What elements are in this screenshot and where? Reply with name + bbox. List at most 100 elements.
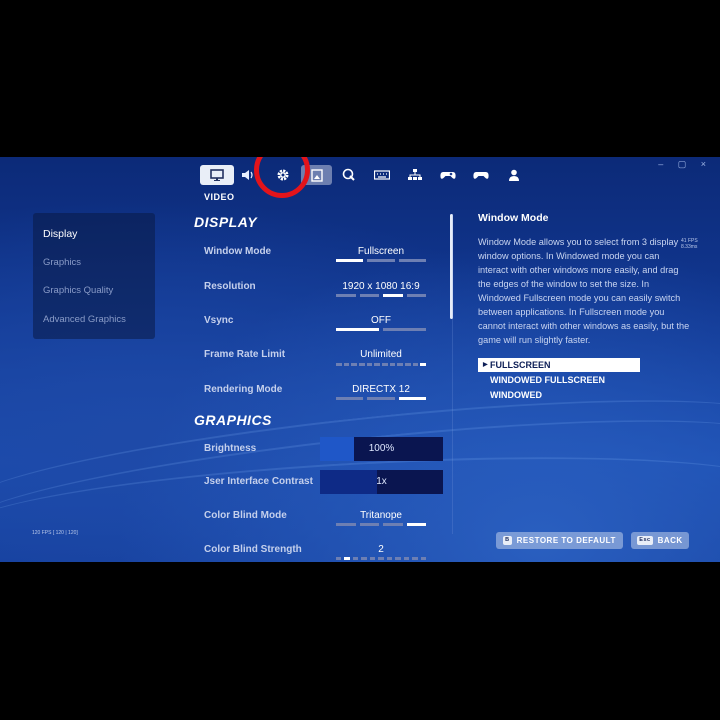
active-tab-label: VIDEO [204, 192, 235, 202]
color-blind-mode-value[interactable]: Tritanope [334, 510, 428, 521]
key-hint-icon: B [503, 536, 512, 545]
segment-indicator [336, 363, 342, 366]
ui-contrast-label: Jser Interface Contrast [204, 476, 313, 487]
segment-indicator [374, 363, 381, 366]
tab-controller-options[interactable] [438, 165, 458, 185]
segment-indicator [405, 363, 411, 366]
tab-account[interactable] [504, 165, 524, 185]
color-blind-mode-label: Color Blind Mode [204, 510, 287, 521]
segment-indicator [395, 557, 401, 560]
option-label: WINDOWED [490, 390, 542, 400]
segment-indicator [398, 259, 426, 262]
segment-indicator [383, 523, 403, 526]
frame-rate-limit-value[interactable]: Unlimited [334, 349, 428, 360]
color-blind-mode-segments [336, 523, 426, 526]
resolution-segments [336, 294, 426, 297]
segment-indicator [361, 557, 367, 560]
tab-controller[interactable] [471, 165, 491, 185]
color-blind-strength-segments [336, 557, 426, 560]
settings-sidebar: Display Graphics Graphics Quality Advanc… [33, 213, 155, 339]
back-button[interactable]: Esc BACK [631, 532, 689, 549]
speaker-icon [242, 170, 253, 180]
segment-indicator [378, 557, 384, 560]
key-hint-icon: Esc [637, 536, 653, 545]
segment-indicator [343, 363, 350, 366]
segment-indicator [403, 557, 410, 560]
segment-indicator [336, 259, 364, 262]
segment-indicator [352, 557, 359, 560]
segment-indicator [359, 363, 365, 366]
rendering-mode-value[interactable]: DIRECTX 12 [334, 384, 428, 395]
touch-icon [342, 168, 355, 181]
vsync-value[interactable]: OFF [334, 315, 428, 326]
vsync-label: Vsync [204, 315, 234, 326]
segment-indicator [398, 397, 426, 400]
segment-indicator [367, 259, 395, 262]
user-icon [509, 169, 519, 181]
segment-indicator [383, 294, 403, 297]
segment-indicator [406, 523, 426, 526]
tab-keyboard[interactable] [372, 165, 392, 185]
window-controls[interactable]: – ▢ × [658, 159, 712, 170]
sidebar-item-graphics[interactable]: Graphics [43, 257, 81, 268]
sidebar-item-graphics-quality[interactable]: Graphics Quality [43, 285, 113, 296]
segment-indicator [336, 328, 379, 331]
option-windowed-fullscreen[interactable]: WINDOWED FULLSCREEN [478, 373, 640, 387]
brightness-value: 100% [368, 443, 395, 454]
color-blind-strength-value[interactable]: 2 [334, 544, 428, 555]
segment-indicator [420, 363, 427, 366]
segment-indicator [420, 557, 426, 560]
segment-indicator [367, 397, 395, 400]
image-frame-icon [310, 168, 323, 182]
help-title: Window Mode [478, 212, 549, 224]
controller-icon [473, 172, 489, 179]
selected-arrow-icon: ▶ [483, 362, 488, 368]
highlight-circle [254, 157, 310, 198]
ui-contrast-value: 1x [376, 476, 387, 487]
segment-indicator [412, 363, 419, 366]
ui-contrast-slider[interactable]: 1x [320, 470, 443, 494]
restore-default-button[interactable]: B RESTORE TO DEFAULT [496, 532, 623, 549]
resolution-value[interactable]: 1920 x 1080 16:9 [334, 281, 428, 292]
segment-indicator [397, 363, 404, 366]
segment-indicator [382, 363, 388, 366]
window-mode-value[interactable]: Fullscreen [334, 246, 428, 257]
segment-indicator [383, 328, 426, 331]
option-windowed[interactable]: WINDOWED [478, 388, 640, 402]
segment-indicator [369, 557, 376, 560]
section-title-graphics: GRAPHICS [194, 412, 272, 428]
segment-indicator [386, 557, 393, 560]
tab-video[interactable] [200, 165, 234, 185]
tab-network[interactable] [405, 165, 425, 185]
brightness-slider[interactable]: 100% [320, 437, 443, 461]
sidebar-item-advanced-graphics[interactable]: Advanced Graphics [43, 314, 126, 325]
frame-rate-limit-label: Frame Rate Limit [204, 349, 286, 360]
option-label: WINDOWED FULLSCREEN [490, 375, 605, 385]
option-label: FULLSCREEN [490, 360, 551, 370]
segment-indicator [336, 294, 356, 297]
network-icon [408, 169, 422, 180]
section-title-display: DISPLAY [194, 214, 258, 230]
monitor-icon [210, 169, 224, 181]
option-fullscreen[interactable]: ▶ FULLSCREEN [478, 358, 640, 372]
window-mode-label: Window Mode [204, 246, 272, 257]
segment-indicator [366, 363, 373, 366]
segment-indicator [336, 523, 356, 526]
tab-touch[interactable] [339, 165, 359, 185]
brightness-label: Brightness [204, 443, 257, 454]
panel-divider [452, 214, 453, 534]
sidebar-item-display[interactable]: Display [43, 228, 77, 240]
segment-indicator [406, 294, 426, 297]
resolution-label: Resolution [204, 281, 256, 292]
segment-indicator [359, 523, 379, 526]
controller-gear-icon [440, 172, 456, 179]
segment-indicator [336, 557, 342, 560]
segment-indicator [351, 363, 358, 366]
fps-counter: 120 FPS [ 120 | 120] [32, 530, 78, 536]
rendering-mode-label: Rendering Mode [204, 384, 283, 395]
rendering-mode-segments [336, 397, 426, 400]
help-description: Window Mode allows you to select from 3 … [478, 237, 690, 345]
color-blind-strength-label: Color Blind Strength [204, 544, 302, 555]
segment-indicator [344, 557, 350, 560]
segment-indicator [359, 294, 379, 297]
